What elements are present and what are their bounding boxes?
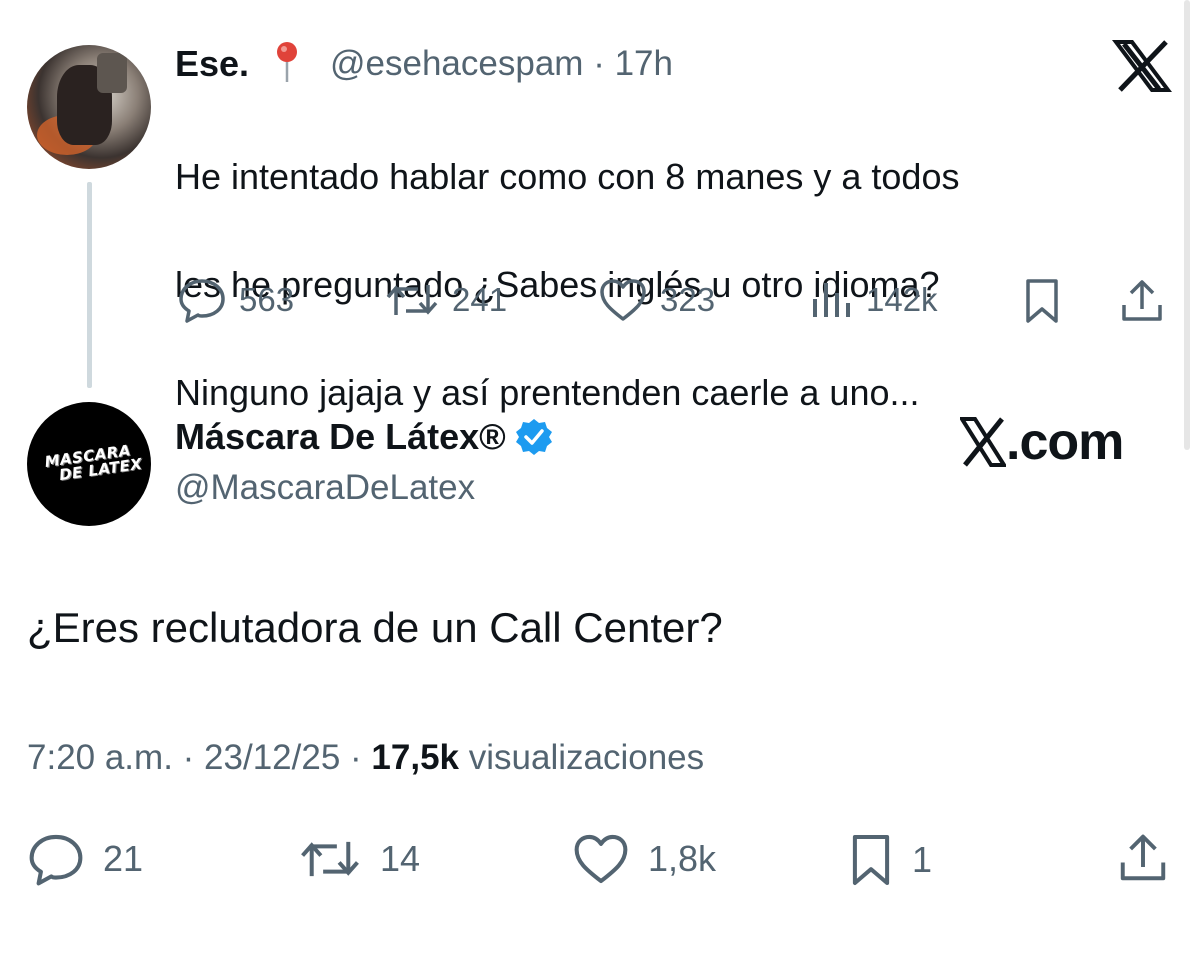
avatar-ese[interactable] [27,45,151,169]
main-display-name[interactable]: Máscara De Látex® [175,415,506,459]
reply-text-line: He intentado hablar como con 8 manes y a… [175,156,960,197]
reply-icon [179,279,225,323]
main-bookmark-button[interactable]: 1 [848,832,932,888]
views-icon [813,283,850,317]
x-logo-icon [960,417,1006,467]
x-logo-icon [1112,40,1172,92]
scrollbar[interactable] [1184,0,1190,450]
like-count: 1,8k [648,838,717,879]
main-repost-button[interactable]: 14 [298,832,420,886]
reply-reply-button[interactable]: 563 [177,277,294,323]
separator-dot: · [350,738,362,777]
share-icon [1122,280,1162,321]
tweet-date[interactable]: 23/12/25 [204,738,340,777]
main-share-button[interactable] [1116,830,1170,886]
reply-share-button[interactable] [1118,277,1166,325]
avatar-photo-part [97,53,127,93]
reply-count: 21 [103,838,144,879]
reply-time[interactable]: 17h [615,44,673,83]
x-com-text: .com [1006,413,1124,471]
reply-bookmark-button[interactable] [1022,277,1062,325]
separator-dot: · [182,738,195,777]
repost-count: 14 [380,838,421,879]
reply-icon [29,834,83,886]
reply-count: 563 [239,281,295,318]
main-display-name-row: Máscara De Látex® [175,415,554,459]
reply-action-bar: 563 241 323 142k [0,275,1200,325]
main-reply-button[interactable]: 21 [27,832,143,886]
repost-icon [301,841,359,877]
bookmark-count: 1 [912,839,933,880]
main-like-button[interactable]: 1,8k [572,832,716,886]
pin-emoji-icon [277,42,297,82]
main-tweet-text: ¿Eres reclutadora de un Call Center? [27,604,723,651]
x-com-watermark: .com [960,412,1124,472]
reply-display-name[interactable]: Ese. [175,42,249,86]
like-count: 323 [660,281,716,318]
bookmark-icon [852,834,890,886]
avatar-mascara-de-latex[interactable]: MASCARA DE LATEX [27,402,151,526]
reply-repost-button[interactable]: 241 [384,277,507,323]
avatar-logo: MASCARA DE LATEX [35,441,144,486]
separator-dot: · [593,44,605,83]
views-label: visualizaciones [468,738,705,777]
views-total: 17,5k [371,738,460,777]
main-action-bar: 21 14 1,8k 1 [0,830,1200,890]
repost-count: 241 [452,281,508,318]
tweet-time[interactable]: 7:20 a.m. [27,738,173,777]
reply-meta: @esehacespam · 17h [330,42,673,86]
reply-views-button[interactable]: 142k [810,277,938,323]
repost-icon [386,285,438,315]
heart-icon [600,279,646,321]
bookmark-icon [1026,279,1058,323]
views-count: 142k [866,281,938,318]
reply-handle[interactable]: @esehacespam [330,44,583,83]
heart-icon [574,834,628,884]
share-icon [1120,834,1166,881]
reply-like-button[interactable]: 323 [598,277,715,323]
tweet-timestamp-row: 7:20 a.m. · 23/12/25 · 17,5k visualizaci… [27,735,704,781]
main-handle[interactable]: @MascaraDeLatex [175,466,475,510]
verified-badge-icon[interactable] [514,417,554,457]
